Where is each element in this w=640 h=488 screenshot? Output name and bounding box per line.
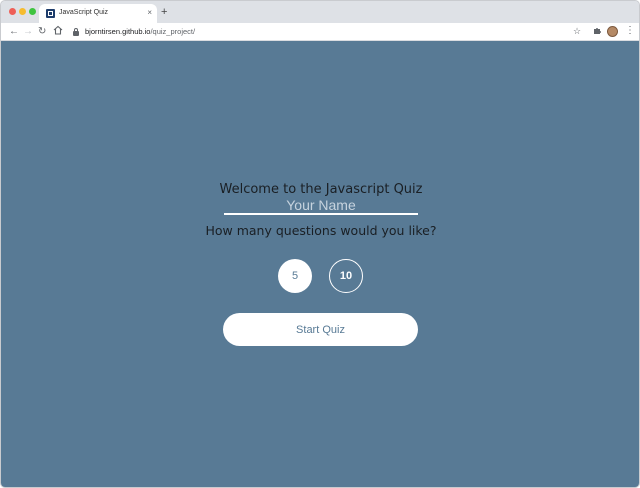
maximize-window-button[interactable] bbox=[29, 8, 36, 15]
favicon-icon bbox=[46, 9, 55, 18]
count-5-button[interactable]: 5 bbox=[278, 259, 312, 293]
start-quiz-button[interactable]: Start Quiz bbox=[223, 313, 418, 346]
lock-icon bbox=[73, 28, 79, 36]
avatar[interactable] bbox=[607, 26, 618, 37]
close-window-button[interactable] bbox=[9, 8, 16, 15]
address-bar[interactable]: bjorntirsen.github.io/quiz_project/ bbox=[67, 25, 587, 39]
reload-icon[interactable]: ↻ bbox=[38, 25, 46, 39]
new-tab-button[interactable]: + bbox=[161, 7, 167, 18]
tab-javascript-quiz[interactable]: JavaScript Quiz × bbox=[39, 4, 157, 23]
back-arrow-icon[interactable]: ← bbox=[9, 25, 19, 39]
count-10-button[interactable]: 10 bbox=[329, 259, 363, 293]
star-icon[interactable]: ☆ bbox=[573, 26, 581, 36]
browser-window: JavaScript Quiz × + ← → ↻ bjorntirsen.gi… bbox=[0, 0, 640, 488]
url-text: bjorntirsen.github.io/quiz_project/ bbox=[85, 27, 196, 36]
question-count-prompt: How many questions would you like? bbox=[205, 223, 437, 238]
puzzle-icon[interactable] bbox=[593, 26, 602, 37]
name-input[interactable] bbox=[224, 196, 418, 215]
welcome-heading: Welcome to the Javascript Quiz bbox=[219, 182, 423, 197]
tab-title: JavaScript Quiz bbox=[59, 9, 109, 16]
tab-close-icon[interactable]: × bbox=[147, 8, 152, 18]
page-content: Welcome to the Javascript Quiz How many … bbox=[1, 41, 639, 487]
minimize-window-button[interactable] bbox=[19, 8, 26, 15]
tab-strip: JavaScript Quiz × + bbox=[1, 1, 639, 23]
forward-arrow-icon[interactable]: → bbox=[23, 25, 33, 39]
kebab-menu-icon[interactable]: ⋮ bbox=[625, 25, 635, 37]
browser-toolbar: ← → ↻ bjorntirsen.github.io/quiz_project… bbox=[1, 23, 639, 41]
home-icon[interactable] bbox=[53, 25, 63, 40]
